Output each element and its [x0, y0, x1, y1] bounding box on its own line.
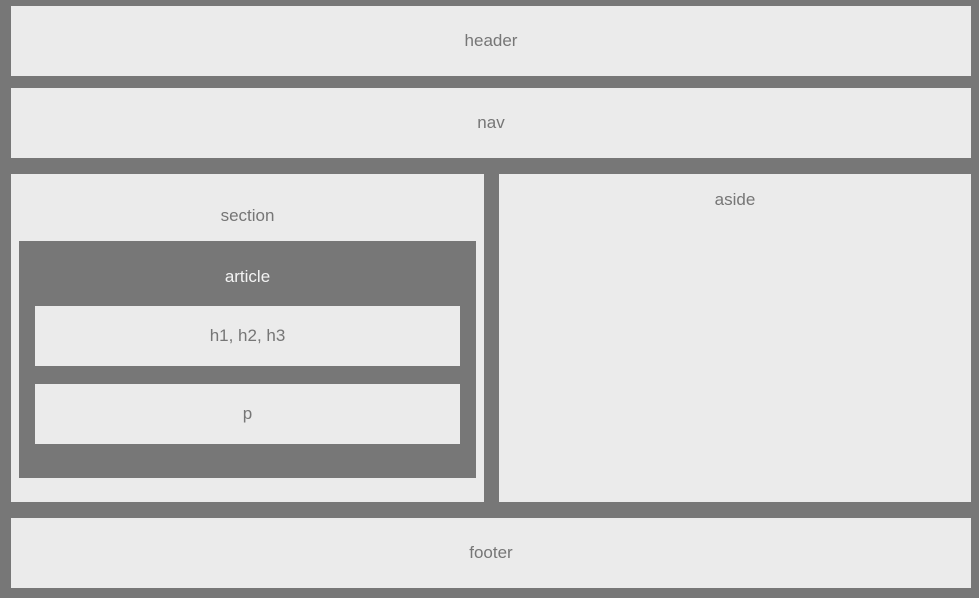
- article-box: article h1, h2, h3 p: [19, 241, 476, 478]
- nav-box: nav: [11, 88, 971, 158]
- aside-box: aside: [499, 174, 971, 502]
- paragraph-label: p: [242, 404, 253, 423]
- paragraph-box: p: [35, 384, 460, 444]
- footer-box: footer: [11, 518, 971, 588]
- article-label: article: [224, 267, 271, 286]
- section-box: section article h1, h2, h3 p: [11, 174, 484, 502]
- headings-label: h1, h2, h3: [209, 326, 286, 345]
- header-box: header: [11, 6, 971, 76]
- footer-label: footer: [469, 543, 513, 562]
- layout-diagram: { "regions": { "header": "header", "nav"…: [0, 0, 979, 598]
- nav-label: nav: [477, 113, 505, 132]
- headings-box: h1, h2, h3: [35, 306, 460, 366]
- section-label: section: [220, 206, 275, 225]
- header-label: header: [464, 31, 518, 50]
- aside-label: aside: [714, 190, 756, 209]
